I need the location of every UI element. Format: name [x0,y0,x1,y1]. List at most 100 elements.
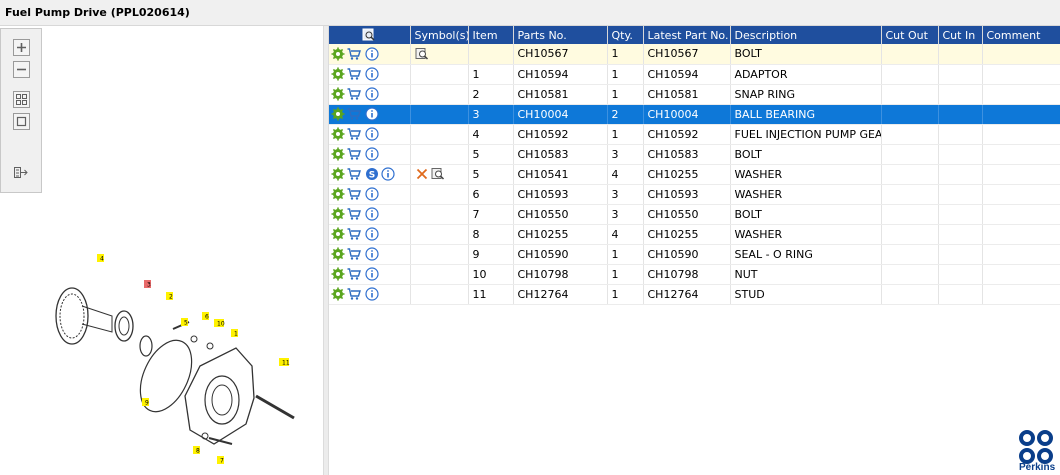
shopping-cart-icon[interactable] [347,227,363,241]
remove-x-icon[interactable] [415,167,429,181]
cut-out-cell [881,204,939,225]
callout-label[interactable]: 10 [214,319,225,328]
settings-gear-icon[interactable] [331,167,345,181]
callout-label[interactable]: 7 [217,456,224,465]
info-icon[interactable] [365,207,379,221]
column-header-cut-out[interactable]: Cut Out [881,26,939,44]
symbols-cell [410,264,469,285]
shopping-cart-icon[interactable] [347,47,363,61]
shopping-cart-icon[interactable] [347,87,363,101]
qty-cell: 3 [607,204,644,225]
shopping-cart-icon[interactable] [347,147,363,161]
column-header-parts-no[interactable]: Parts No. [513,26,608,44]
table-row[interactable]: CH10567 1 CH10567 BOLT [329,44,1060,65]
part-no-cell: CH10592 [513,124,608,145]
description-cell: BOLT [730,144,882,165]
settings-gear-icon[interactable] [331,267,345,281]
info-icon[interactable] [365,47,379,61]
column-header-description[interactable]: Description [730,26,882,44]
view-drawing-icon[interactable] [362,28,376,42]
settings-gear-icon[interactable] [331,227,345,241]
callout-label[interactable]: 8 [193,446,200,455]
column-header-cut-in[interactable]: Cut In [938,26,983,44]
info-icon[interactable] [365,227,379,241]
info-icon[interactable] [365,107,379,121]
shopping-cart-icon[interactable] [347,287,363,301]
table-row[interactable]: 5 CH10583 3 CH10583 BOLT [329,144,1060,165]
table-row[interactable]: 8 CH10255 4 CH10255 WASHER [329,224,1060,245]
settings-gear-icon[interactable] [331,187,345,201]
drawing-link-icon[interactable] [431,167,447,181]
column-header-symbol-s[interactable]: Symbol(s) [410,26,469,44]
snap-ring [139,335,153,357]
brand-name: Perkins [1019,462,1056,473]
item-cell: 5 [468,164,514,185]
shopping-cart-icon[interactable] [347,187,363,201]
info-icon[interactable] [365,247,379,261]
column-header-comment[interactable]: Comment [982,26,1060,44]
symbols-cell [410,44,469,65]
settings-gear-icon[interactable] [331,47,345,61]
shopping-cart-icon[interactable] [347,267,363,281]
table-row[interactable]: 1 CH10594 1 CH10594 ADAPTOR [329,64,1060,85]
info-icon[interactable] [381,167,395,181]
row-actions-cell [329,64,411,85]
column-header-latest-part-no[interactable]: Latest Part No. [643,26,731,44]
info-icon[interactable] [365,67,379,81]
supersession-s-icon[interactable]: S [365,167,379,181]
callout-label[interactable]: 2 [166,292,173,301]
shopping-cart-icon[interactable] [347,207,363,221]
table-row[interactable]: 2 CH10581 1 CH10581 SNAP RING [329,84,1060,105]
shopping-cart-icon[interactable] [347,247,363,261]
info-icon[interactable] [365,127,379,141]
settings-gear-icon[interactable] [331,67,345,81]
column-header-actions[interactable] [329,26,411,44]
svg-text:9: 9 [145,400,149,407]
svg-text:4: 4 [100,256,104,263]
table-row[interactable]: 4 CH10592 1 CH10592 FUEL INJECTION PUMP GEAR [329,124,1060,145]
settings-gear-icon[interactable] [331,247,345,261]
callout-label[interactable]: 4 [97,254,104,263]
settings-gear-icon[interactable] [331,287,345,301]
column-header-item[interactable]: Item [468,26,514,44]
info-icon[interactable] [365,147,379,161]
cut-in-cell [938,124,983,145]
shopping-cart-icon[interactable] [347,107,363,121]
drawing-viewer[interactable]: 4 3 2 5 6 10 1 11 9 8 7 [0,26,323,475]
table-row[interactable]: 11 CH12764 1 CH12764 STUD [329,284,1060,305]
cut-in-cell [938,164,983,185]
callout-label[interactable]: 5 [181,318,188,327]
table-row[interactable]: 3 CH10004 2 CH10004 BALL BEARING [329,104,1060,125]
table-row[interactable]: S 5 CH10541 4 CH10255 WASHER [329,164,1060,185]
latest-part-no-cell: CH10255 [643,224,731,245]
settings-gear-icon[interactable] [331,207,345,221]
callout-label[interactable]: 6 [202,312,209,321]
info-icon[interactable] [365,87,379,101]
callout-label[interactable]: 11 [279,358,290,367]
table-row[interactable]: 6 CH10593 3 CH10593 WASHER [329,184,1060,205]
info-icon[interactable] [365,287,379,301]
parts-grid[interactable]: Symbol(s) Item Parts No. Qty. Latest Part No… [329,26,1060,475]
settings-gear-icon[interactable] [331,107,345,121]
info-icon[interactable] [365,267,379,281]
cut-in-cell [938,224,983,245]
settings-gear-icon[interactable] [331,147,345,161]
info-icon[interactable] [365,187,379,201]
callout-label[interactable]: 1 [231,329,238,338]
settings-gear-icon[interactable] [331,127,345,141]
callout-label[interactable]: 3 [144,280,151,289]
column-header-qty[interactable]: Qty. [607,26,644,44]
drawing-link-icon[interactable] [415,47,431,61]
comment-cell [982,284,1060,305]
part-no-cell: CH10004 [513,104,608,125]
adaptor-housing [184,347,255,445]
settings-gear-icon[interactable] [331,87,345,101]
table-row[interactable]: 9 CH10590 1 CH10590 SEAL - O RING [329,244,1060,265]
callout-label[interactable]: 9 [142,398,149,407]
shopping-cart-icon[interactable] [347,67,363,81]
table-row[interactable]: 10 CH10798 1 CH10798 NUT [329,264,1060,285]
shopping-cart-icon[interactable] [347,127,363,141]
row-actions-cell [329,144,411,165]
shopping-cart-icon[interactable] [347,167,363,181]
table-row[interactable]: 7 CH10550 3 CH10550 BOLT [329,204,1060,225]
